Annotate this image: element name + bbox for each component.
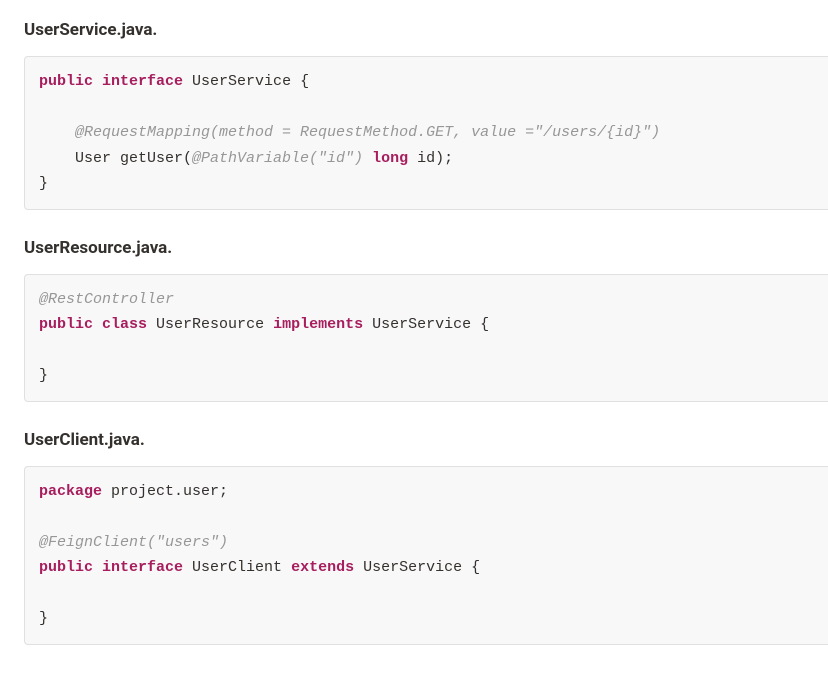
code-token-kw: interface (102, 73, 183, 90)
code-token-plain: UserResource (147, 316, 273, 333)
code-token-plain (93, 316, 102, 333)
code-token-plain (363, 150, 372, 167)
section-title-userservice: UserService.java. (24, 20, 828, 40)
code-token-anno: @RequestMapping(method = RequestMethod.G… (75, 124, 660, 141)
code-token-kw: package (39, 483, 102, 500)
code-token-kw: public (39, 73, 93, 90)
code-token-kw: public (39, 559, 93, 576)
code-token-anno: @PathVariable("id") (192, 150, 363, 167)
code-token-kw: long (372, 150, 408, 167)
code-token-plain (93, 559, 102, 576)
code-token-plain: User getUser( (39, 150, 192, 167)
code-token-kw: implements (273, 316, 363, 333)
code-block-userservice: public interface UserService { @RequestM… (24, 56, 828, 210)
code-token-kw: class (102, 316, 147, 333)
code-token-kw: interface (102, 559, 183, 576)
code-block-userresource: @RestController public class UserResourc… (24, 274, 828, 402)
code-token-kw: public (39, 316, 93, 333)
code-token-anno: @FeignClient("users") (39, 534, 228, 551)
code-token-anno: @RestController (39, 291, 174, 308)
section-title-userclient: UserClient.java. (24, 430, 828, 450)
code-token-plain: UserClient (183, 559, 291, 576)
code-token-plain: project.user; (102, 483, 228, 500)
code-token-kw: extends (291, 559, 354, 576)
code-token-plain (93, 73, 102, 90)
section-title-userresource: UserResource.java. (24, 238, 828, 258)
code-block-userclient: package project.user; @FeignClient("user… (24, 466, 828, 645)
